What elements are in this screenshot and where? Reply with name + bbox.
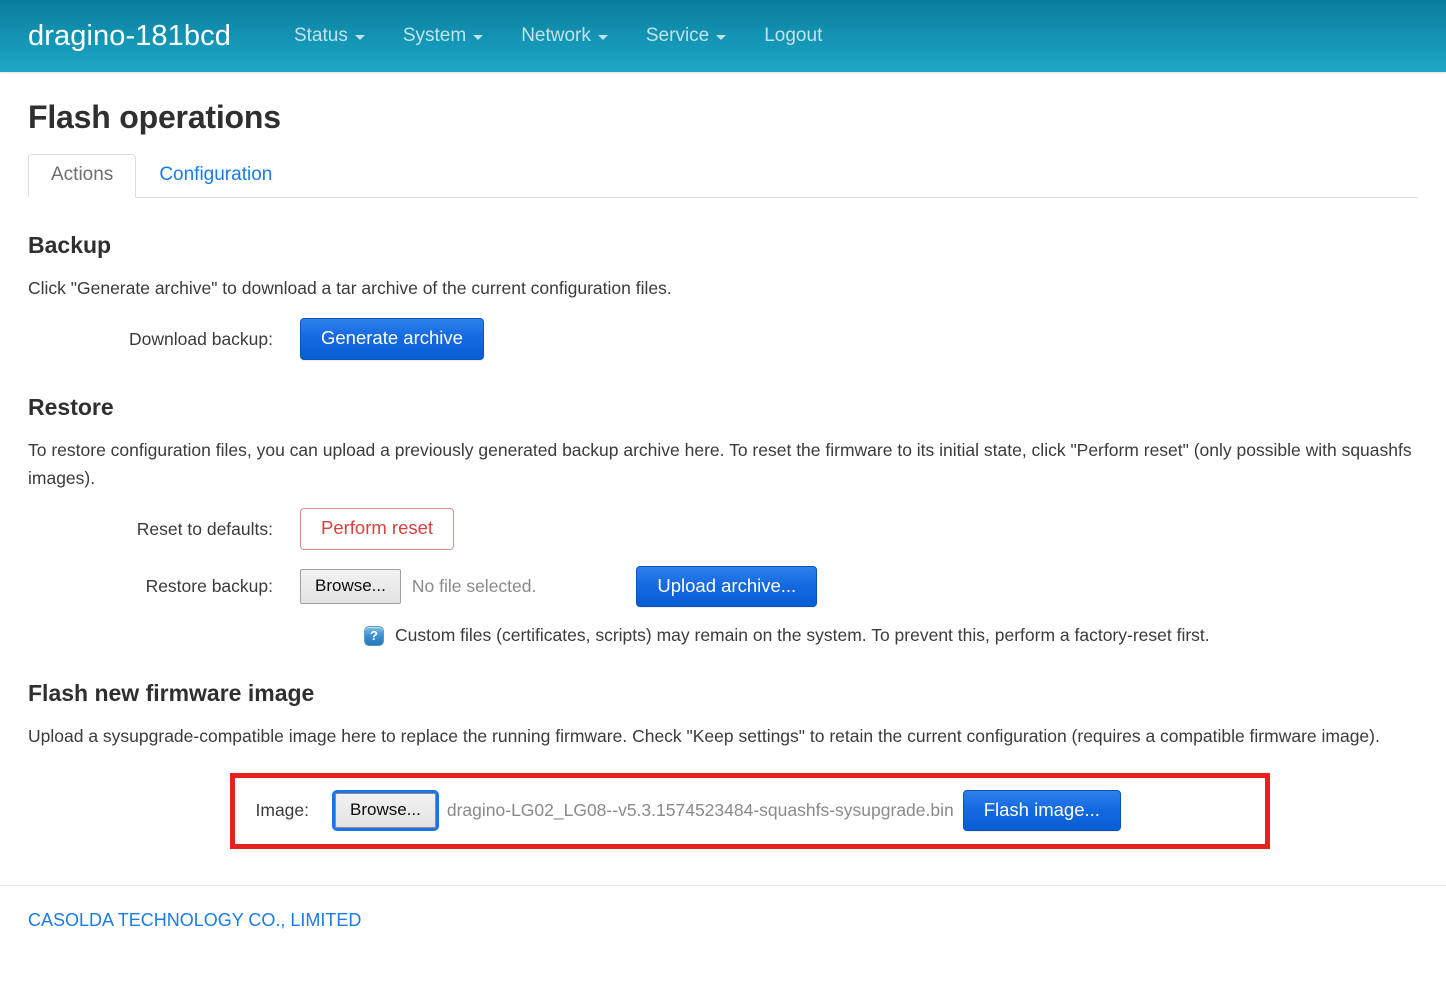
restore-description: To restore configuration files, you can … <box>28 439 1412 489</box>
nav-item-system[interactable]: System <box>384 19 502 53</box>
download-backup-row: Download backup: Generate archive <box>28 318 1418 360</box>
perform-reset-button[interactable]: Perform reset <box>300 508 455 550</box>
main-menu: Status System Network Service Logout <box>275 19 841 53</box>
backup-description: Click "Generate archive" to download a t… <box>28 278 672 298</box>
tab-actions[interactable]: Actions <box>28 154 137 198</box>
tab-configuration[interactable]: Configuration <box>136 154 295 198</box>
page-title: Flash operations <box>28 99 281 135</box>
flash-image-field: Browse... dragino-LG02_LG08--v5.3.157452… <box>332 789 1121 832</box>
restore-browse-button[interactable]: Browse... <box>300 569 401 604</box>
page-content: Flash operations Actions Configuration B… <box>0 99 1446 849</box>
flash-description: Upload a sysupgrade-compatible image her… <box>28 726 1380 747</box>
reset-defaults-row: Reset to defaults: Perform reset <box>28 508 1418 550</box>
flash-image-row: Image: Browse... dragino-LG02_LG08--v5.3… <box>235 789 1265 832</box>
download-backup-field: Generate archive <box>300 318 484 360</box>
tab-bar: Actions Configuration <box>28 154 1418 198</box>
chevron-down-icon <box>597 35 608 40</box>
nav-item-label: Service <box>645 25 710 46</box>
chevron-down-icon <box>354 35 365 40</box>
nav-item-label: Status <box>293 25 348 46</box>
restore-backup-field: Browse... No file selected. Upload archi… <box>300 565 818 608</box>
flash-selected-filename: dragino-LG02_LG08--v5.3.1574523484-squas… <box>446 800 954 821</box>
footer-company-link[interactable]: CASOLDA TECHNOLOGY CO., LIMITED <box>28 910 361 930</box>
upload-archive-button[interactable]: Upload archive... <box>636 565 818 608</box>
device-hostname-brand: dragino-181bcd <box>28 19 231 52</box>
nav-item-label: System <box>402 25 467 46</box>
generate-archive-button[interactable]: Generate archive <box>300 318 484 360</box>
restore-file-input[interactable]: Browse... No file selected. <box>300 569 536 604</box>
restore-section-heading: Restore <box>28 393 114 420</box>
restore-help-note: ? Custom files (certificates, scripts) m… <box>364 625 1418 646</box>
flash-image-highlight-box: Image: Browse... dragino-LG02_LG08--v5.3… <box>230 772 1270 849</box>
help-question-icon: ? <box>364 625 384 646</box>
nav-item-network[interactable]: Network <box>502 19 627 53</box>
tab-label: Actions <box>51 164 114 186</box>
nav-item-status[interactable]: Status <box>275 19 384 53</box>
restore-help-text: Custom files (certificates, scripts) may… <box>395 625 1210 646</box>
nav-item-logout[interactable]: Logout <box>745 19 841 53</box>
flash-image-label: Image: <box>255 800 310 821</box>
reset-defaults-field: Perform reset <box>300 508 455 550</box>
restore-backup-row: Restore backup: Browse... No file select… <box>28 565 1418 608</box>
nav-item-service[interactable]: Service <box>627 19 745 53</box>
backup-section-heading: Backup <box>28 232 112 258</box>
flash-image-button[interactable]: Flash image... <box>962 789 1121 832</box>
nav-item-label: Logout <box>764 25 823 46</box>
restore-file-status: No file selected. <box>411 576 537 597</box>
download-backup-label: Download backup: <box>129 328 273 349</box>
chevron-down-icon <box>473 35 484 40</box>
top-navigation-bar: dragino-181bcd Status System Network Ser… <box>0 0 1446 72</box>
tab-label: Configuration <box>159 164 273 186</box>
flash-file-input[interactable]: Browse... dragino-LG02_LG08--v5.3.157452… <box>332 790 963 831</box>
reset-defaults-label: Reset to defaults: <box>136 518 273 539</box>
restore-backup-label: Restore backup: <box>145 576 273 597</box>
page-footer: CASOLDA TECHNOLOGY CO., LIMITED <box>0 884 1446 931</box>
chevron-down-icon <box>716 35 727 40</box>
nav-item-label: Network <box>521 25 591 46</box>
flash-section-heading: Flash new firmware image <box>28 680 315 707</box>
flash-browse-button[interactable]: Browse... <box>332 790 439 831</box>
